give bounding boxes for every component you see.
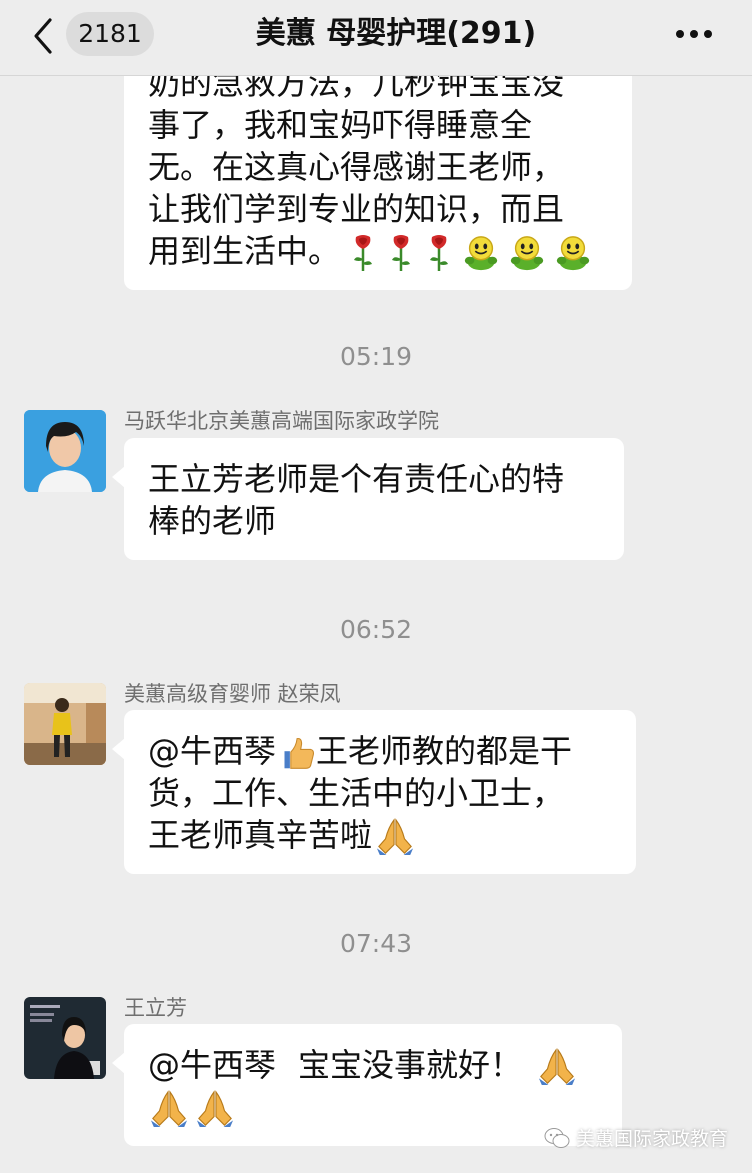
pray-emoji [374, 818, 416, 856]
watermark-text: 美蕙国际家政教育 [575, 1128, 728, 1150]
message-text: 王老师真辛苦啦 [148, 816, 373, 854]
back-arrow-icon[interactable] [28, 16, 58, 56]
timestamp: 07:43 [339, 929, 413, 958]
message-bubble[interactable]: 奶的急救方法，几秒钟宝宝没 事了，我和宝妈吓得睡意全 无。在这真心得感谢王老师，… [124, 76, 632, 290]
sender-name: 马跃华北京美蕙高端国际家政学院 [124, 409, 439, 433]
smile-emoji [462, 234, 500, 272]
message-text: 让我们学到专业的知识，而且 [148, 190, 565, 228]
unread-count-badge[interactable]: 2181 [66, 12, 154, 56]
wechat-logo-icon [544, 1127, 570, 1148]
sender-name: 王立芳 [124, 996, 187, 1020]
sender-name: 美蕙高级育婴师 赵荣凤 [124, 682, 341, 706]
message-text: 无。在这真心得感谢王老师， [148, 148, 565, 186]
message-text: 用到生活中。 [148, 232, 341, 270]
timestamp: 05:19 [339, 342, 413, 371]
mention[interactable]: @牛西琴 [148, 1046, 276, 1084]
rose-emoji [386, 233, 416, 273]
person-photo-icon [24, 410, 106, 492]
more-options-icon[interactable] [672, 24, 716, 44]
message-bubble[interactable]: 王立芳老师是个有责任心的特 棒的老师 [112, 438, 624, 560]
smile-emoji [508, 234, 546, 272]
message-text: 奶的急救方法，几秒钟宝宝没 [148, 76, 565, 102]
message-text: 王立芳老师是个有责任心的特 [148, 460, 565, 498]
person-photo-icon [24, 683, 106, 765]
chat-title: 美蕙 母婴护理(291) [255, 16, 537, 51]
avatar[interactable] [24, 683, 106, 765]
chat-header: 2181 美蕙 母婴护理(291) [0, 0, 752, 76]
message-bubble[interactable]: @牛西琴 王老师教的都是干 货，工作、生活中的小卫士， 王老师真辛苦啦 [112, 710, 636, 874]
pray-emoji [148, 1090, 190, 1128]
smile-emoji [554, 234, 592, 272]
message-list[interactable]: 奶的急救方法，几秒钟宝宝没 事了，我和宝妈吓得睡意全 无。在这真心得感谢王老师，… [0, 76, 752, 1173]
message-text: 货，工作、生活中的小卫士， [148, 774, 565, 812]
message-text: 王老师教的都是干 [316, 732, 573, 770]
avatar[interactable] [24, 410, 106, 492]
pray-emoji [536, 1048, 578, 1086]
rose-emoji [348, 233, 378, 273]
rose-emoji [424, 233, 454, 273]
message-text: 棒的老师 [148, 502, 277, 540]
person-photo-icon [24, 997, 106, 1079]
avatar[interactable] [24, 997, 106, 1079]
message-text: 宝宝没事就好！ [298, 1046, 523, 1084]
mention[interactable]: @牛西琴 [148, 732, 276, 770]
thumbs-up-emoji [280, 735, 316, 771]
watermark: 美蕙国际家政教育 [544, 1124, 728, 1151]
pray-emoji [194, 1090, 236, 1128]
timestamp: 06:52 [339, 615, 413, 644]
message-text: 事了，我和宝妈吓得睡意全 [148, 106, 533, 144]
